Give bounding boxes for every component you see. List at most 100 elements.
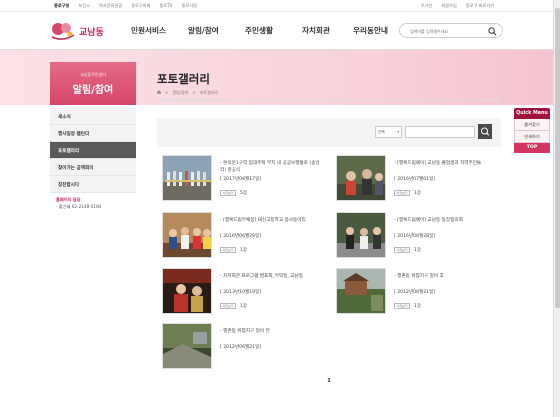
- scrollbar-thumb[interactable]: [555, 8, 560, 308]
- chevron-down-icon: ▾: [397, 130, 399, 134]
- gallery-date: [ 2017년08월17일]: [220, 177, 262, 182]
- utility-bar: 종로구청 보건소 역사문화관광 종로구의회 종로TV 종로사랑 로그인 회원가입…: [0, 0, 560, 12]
- photo-count: 1장: [240, 248, 247, 253]
- photo-image: [337, 156, 385, 200]
- breadcrumb-item[interactable]: 알림/참여: [172, 90, 188, 96]
- photo-image: [163, 324, 211, 368]
- page-title: 포토갤러리: [157, 72, 210, 86]
- nav-resident-life[interactable]: 주민생활: [245, 25, 302, 36]
- gallery-thumbnail[interactable]: [336, 212, 386, 258]
- search-filter-bar: 선택 ▾: [157, 118, 501, 147]
- gallery-date: [ 2012년06월21일]: [394, 290, 436, 295]
- gallery-date: [ 2016년07월01일]: [394, 177, 436, 182]
- gallery-date: [ 2013년10월19일]: [220, 290, 262, 295]
- keyword-input[interactable]: [405, 126, 475, 138]
- search-type-select[interactable]: 선택 ▾: [375, 126, 402, 138]
- login-link[interactable]: 로그인: [421, 3, 433, 9]
- top-button[interactable]: TOP: [514, 143, 550, 153]
- site-header: 교남동 민원서비스 알림/참여 주민생활 자치회관 우리동안내: [0, 12, 560, 50]
- gallery-item[interactable]: - 돈의문1구역 임대주택 부지 내 공공보행통로 (송강각) 준공식 [ 20…: [157, 151, 327, 203]
- gallery-item[interactable]: - 자치회관 프로그램 발표회_무악동, 교남동 [ 2013년10월19일] …: [157, 264, 327, 316]
- contact-info: 홈페이지 담당 - 황선혜 02-2148-5184: [56, 196, 101, 210]
- search-icon: [481, 127, 490, 136]
- view-photos-badge[interactable]: 사진보기: [394, 247, 411, 253]
- utility-link-council[interactable]: 종로구의회: [131, 3, 150, 9]
- site-logo[interactable]: 교남동: [50, 20, 110, 42]
- quick-menu-title: Quick Menu: [514, 108, 550, 119]
- photo-count: 5장: [240, 191, 247, 196]
- utility-home-link[interactable]: 종로구청: [54, 3, 69, 9]
- jongno-shortcut-link[interactable]: 종로구 바로가기: [466, 3, 494, 9]
- sidebar-subtitle: 교남동주민센터: [80, 72, 106, 77]
- gallery-item[interactable]: - [행복드림페이] 교남동 졸업생과 지역주민들 [ 2016년07월01일]…: [331, 151, 501, 203]
- sidebar-item-praise[interactable]: 칭찬합시다: [50, 176, 136, 193]
- gallery-item[interactable]: - 행촌동 위험지구 정비 후 [ 2012년06월21일] 사진보기 1장: [331, 264, 501, 316]
- gallery-title[interactable]: - 행촌동 위험지구 정비 전: [220, 329, 325, 336]
- view-photos-badge[interactable]: 사진보기: [220, 190, 237, 196]
- gallery-item[interactable]: - 행촌동 위험지구 정비 전 [ 2012년06월21일]: [157, 319, 327, 371]
- photo-count: 1장: [414, 304, 421, 309]
- nav-community-center[interactable]: 자치회관: [302, 25, 353, 36]
- utility-link-culture[interactable]: 역사문화관광: [99, 3, 122, 9]
- gallery-title[interactable]: - 돈의문1구역 임대주택 부지 내 공공보행통로 (송강각) 준공식: [220, 161, 325, 174]
- breadcrumb-current: 포토갤러리: [199, 90, 219, 95]
- gallery-date: [ 2012년06월21일]: [220, 345, 262, 350]
- sidebar-item-news[interactable]: 새소식: [50, 108, 136, 125]
- nav-about-dong[interactable]: 우리동안내: [353, 25, 388, 36]
- gallery-title[interactable]: - [행복드림페이] 교남동 동장협의회: [394, 218, 499, 225]
- sidebar-item-calendar[interactable]: 행사일정 캘린더: [50, 125, 136, 142]
- photo-image: [337, 213, 385, 257]
- gallery-item[interactable]: - [행복드림페이] 교남동 동장협의회 [ 2016년06월28일] 사진보기…: [331, 208, 501, 260]
- sidebar-title: 알림/참여: [72, 85, 114, 96]
- search-icon[interactable]: [488, 27, 497, 36]
- gallery-date: [ 2016년06월29일]: [220, 234, 262, 239]
- utility-link-tv[interactable]: 종로TV: [159, 3, 172, 9]
- sidebar-header: 교남동주민센터 알림/참여: [50, 62, 136, 105]
- nav-notice-participation[interactable]: 알림/참여: [188, 25, 245, 36]
- gallery-title[interactable]: - 자치회관 프로그램 발표회_무악동, 교남동: [220, 274, 325, 281]
- view-photos-badge[interactable]: 사진보기: [394, 190, 411, 196]
- contact-line: - 황선혜 02-2148-5184: [56, 204, 102, 209]
- nav-civil-service[interactable]: 민원서비스: [131, 25, 188, 36]
- gallery-thumbnail[interactable]: [336, 268, 386, 314]
- photo-image: [163, 156, 211, 200]
- page-number-current[interactable]: 1: [327, 378, 330, 384]
- signup-link[interactable]: 회원가입: [441, 3, 456, 9]
- gallery-title[interactable]: - [행복드림부채봉] 대신고등학교 봉사동아리: [220, 218, 325, 225]
- photo-image: [337, 269, 385, 313]
- photo-image: [163, 213, 211, 257]
- photo-count: 1장: [414, 191, 421, 196]
- bookmark-button[interactable]: 즐겨찾기: [514, 119, 550, 131]
- search-input[interactable]: [410, 27, 486, 35]
- search-type-label: 선택: [378, 130, 385, 134]
- gallery-title[interactable]: - 행촌동 위험지구 정비 후: [394, 274, 499, 281]
- breadcrumb: > 알림/참여 > 포토갤러리: [157, 90, 218, 96]
- gallery-item[interactable]: - [행복드림부채봉] 대신고등학교 봉사동아리 [ 2016년06월29일] …: [157, 208, 327, 260]
- sidebar-menu: 새소식 행사일정 캘린더 포토갤러리 찾아가는 금액회의 칭찬합시다: [50, 108, 136, 193]
- utility-link-health[interactable]: 보건소: [78, 3, 90, 9]
- search-button[interactable]: [478, 124, 492, 139]
- print-button[interactable]: 인쇄하기: [514, 131, 550, 143]
- page-scrollbar[interactable]: [553, 0, 560, 417]
- gallery-thumbnail[interactable]: [162, 268, 212, 314]
- logo-icon: [51, 23, 75, 40]
- view-photos-badge[interactable]: 사진보기: [394, 303, 411, 309]
- logo-text: 교남동: [79, 28, 104, 38]
- gallery-thumbnail[interactable]: [162, 323, 212, 369]
- photo-image: [163, 269, 211, 313]
- home-icon[interactable]: [157, 90, 161, 94]
- view-photos-badge[interactable]: 사진보기: [220, 247, 237, 253]
- view-photos-badge[interactable]: 사진보기: [220, 303, 237, 309]
- gallery-thumbnail[interactable]: [162, 212, 212, 258]
- sidebar-item-meeting[interactable]: 찾아가는 금액회의: [50, 159, 136, 176]
- gallery-thumbnail[interactable]: [336, 155, 386, 201]
- pagination: 1: [157, 378, 501, 384]
- divider: [157, 100, 501, 101]
- quick-menu: Quick Menu 즐겨찾기 인쇄하기 TOP: [514, 108, 550, 153]
- utility-link-love[interactable]: 종로사랑: [182, 3, 197, 9]
- gallery-title[interactable]: - [행복드림페이] 교남동 졸업생과 지역주민들: [394, 161, 499, 168]
- gallery-thumbnail[interactable]: [162, 155, 212, 201]
- sidebar-item-photo-gallery[interactable]: 포토갤러리: [50, 142, 136, 159]
- photo-count: 1장: [240, 304, 247, 309]
- gallery-date: [ 2016년06월28일]: [394, 234, 436, 239]
